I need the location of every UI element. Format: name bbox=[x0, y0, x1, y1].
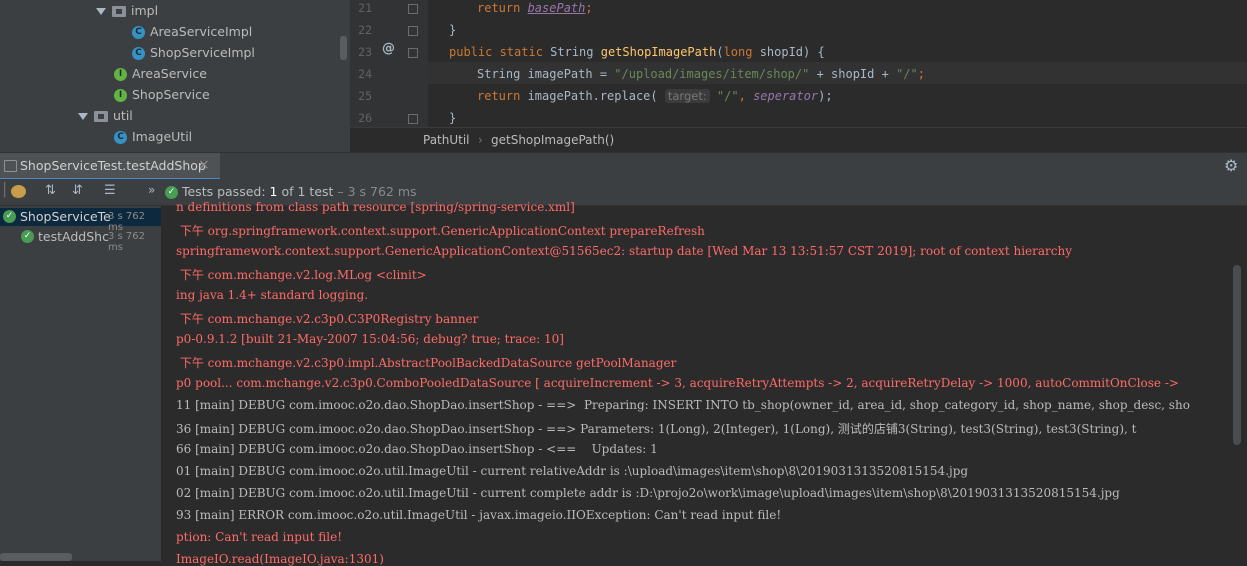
fold-icon[interactable] bbox=[408, 48, 418, 58]
console-scrollbar[interactable] bbox=[1233, 265, 1241, 445]
fold-icon[interactable] bbox=[408, 4, 418, 14]
fold-icon[interactable] bbox=[408, 26, 418, 36]
line-number: 25 bbox=[358, 89, 372, 103]
code-line-24: String imagePath = "/upload/images/item/… bbox=[477, 67, 925, 81]
line-number: 21 bbox=[358, 1, 372, 15]
console-line: 下午 org.springframework.context.support.G… bbox=[176, 224, 705, 238]
project-tree: impl C AreaServiceImpl C ShopServiceImpl I… bbox=[0, 0, 350, 152]
more-actions-icon[interactable]: » bbox=[148, 183, 155, 197]
code-line-23: public static String getShopImagePath(lo… bbox=[449, 45, 825, 59]
class-icon: C bbox=[132, 47, 145, 60]
line-number: 26 bbox=[358, 111, 372, 125]
line-number: 23 bbox=[358, 45, 372, 59]
line-number: 24 bbox=[358, 67, 372, 81]
test-node-class[interactable]: ✓ ShopServiceTe 3 s 762 ms bbox=[0, 208, 161, 233]
tree-item-areaserviceimpl[interactable]: C AreaServiceImpl bbox=[132, 21, 252, 42]
console-line: 02 [main] DEBUG com.imooc.o2o.util.Image… bbox=[176, 486, 1120, 500]
chevron-down-icon[interactable] bbox=[96, 8, 106, 15]
database-icon[interactable] bbox=[11, 185, 26, 198]
tree-horizontal-scrollbar[interactable] bbox=[0, 553, 72, 561]
override-marker-icon[interactable]: @ bbox=[382, 41, 395, 56]
close-icon[interactable]: × bbox=[198, 157, 210, 173]
tree-item-imageutil[interactable]: C ImageUtil bbox=[114, 126, 192, 147]
passed-check-icon: ✓ bbox=[3, 210, 16, 223]
console-line: n definitions from class path resource [… bbox=[176, 200, 575, 214]
console-line: ing java 1.4+ standard logging. bbox=[176, 288, 369, 302]
test-run-icon bbox=[4, 160, 17, 172]
interface-icon: I bbox=[114, 89, 127, 102]
breadcrumb-separator-icon: › bbox=[478, 133, 483, 147]
class-icon: C bbox=[114, 131, 127, 144]
console-line: ImageIO.read(ImageIO.java:1301) bbox=[176, 552, 384, 566]
code-line-21: return basePath; bbox=[477, 1, 593, 15]
tree-item-areaservice[interactable]: I AreaService bbox=[114, 63, 207, 84]
tab-label: ShopServiceTest.testAddShop bbox=[20, 158, 206, 173]
console-line: 93 [main] ERROR com.imooc.o2o.util.Image… bbox=[176, 508, 782, 522]
test-status: ✓ Tests passed: 1 of 1 test – 3 s 762 ms bbox=[165, 184, 417, 199]
console-line: ption: Can't read input file! bbox=[176, 530, 343, 544]
marker-gutter bbox=[386, 0, 428, 127]
console-line: 下午 com.mchange.v2.c3p0.C3P0Registry bann… bbox=[176, 312, 479, 326]
code-line-22: } bbox=[449, 23, 457, 37]
fold-icon[interactable] bbox=[408, 114, 418, 124]
console-line: 下午 com.mchange.v2.log.MLog <clinit> bbox=[176, 268, 427, 282]
class-icon: C bbox=[132, 26, 145, 39]
breadcrumb-item-method[interactable]: getShopImagePath() bbox=[491, 128, 614, 153]
line-gutter bbox=[350, 0, 386, 127]
console-line: springframework.context.support.GenericA… bbox=[176, 244, 1072, 258]
passed-check-icon: ✓ bbox=[165, 186, 178, 199]
code-line-26: } bbox=[449, 111, 457, 125]
console-line: 11 [main] DEBUG com.imooc.o2o.dao.ShopDa… bbox=[176, 398, 1190, 412]
folder-icon bbox=[112, 6, 126, 17]
code-line-25: return imagePath.replace( target: "/", s… bbox=[477, 89, 833, 103]
tree-item-impl[interactable]: impl bbox=[96, 0, 158, 21]
parameter-hint: target: bbox=[664, 89, 710, 103]
tree-item-util[interactable]: util bbox=[78, 105, 133, 126]
console-line: 66 [main] DEBUG com.imooc.o2o.dao.ShopDa… bbox=[176, 442, 658, 456]
breadcrumb: PathUtil › getShopImagePath() bbox=[350, 127, 1247, 153]
gear-icon[interactable]: ⚙ bbox=[1224, 156, 1238, 175]
run-tab-bar: ShopServiceTest.testAddShop × ⚙ bbox=[0, 152, 1247, 180]
tree-scrollbar[interactable] bbox=[340, 36, 347, 60]
line-number: 22 bbox=[358, 23, 372, 37]
console-line: p0-0.9.1.2 [built 21-May-2007 15:04:56; … bbox=[176, 332, 564, 346]
console-line: 36 [main] DEBUG com.imooc.o2o.dao.ShopDa… bbox=[176, 422, 1137, 436]
test-node-method[interactable]: ✓ testAddShc 3 s 762 ms bbox=[0, 228, 161, 253]
tab-run-config[interactable]: ShopServiceTest.testAddShop × bbox=[0, 153, 220, 180]
folder-icon bbox=[94, 111, 108, 122]
sort-duration-icon[interactable]: ⇵ bbox=[72, 183, 83, 198]
chevron-down-icon[interactable] bbox=[78, 113, 88, 120]
console-line: 下午 com.mchange.v2.c3p0.impl.AbstractPool… bbox=[176, 356, 677, 370]
expand-all-icon[interactable]: ☰ bbox=[104, 183, 116, 198]
console-line: p0 pool... com.mchange.v2.c3p0.ComboPool… bbox=[176, 376, 1179, 390]
sort-numeric-icon[interactable]: ⇅ bbox=[45, 183, 56, 198]
interface-icon: I bbox=[114, 68, 127, 81]
tree-item-shopservice[interactable]: I ShopService bbox=[114, 84, 210, 105]
passed-check-icon: ✓ bbox=[21, 230, 34, 243]
breadcrumb-item-pathutil[interactable]: PathUtil bbox=[423, 128, 470, 153]
tree-item-shopserviceimpl[interactable]: C ShopServiceImpl bbox=[132, 42, 255, 63]
test-results-tree: ✓ ShopServiceTe 3 s 762 ms ✓ testAddShc … bbox=[0, 206, 161, 561]
console-line: 01 [main] DEBUG com.imooc.o2o.util.Image… bbox=[176, 464, 969, 478]
